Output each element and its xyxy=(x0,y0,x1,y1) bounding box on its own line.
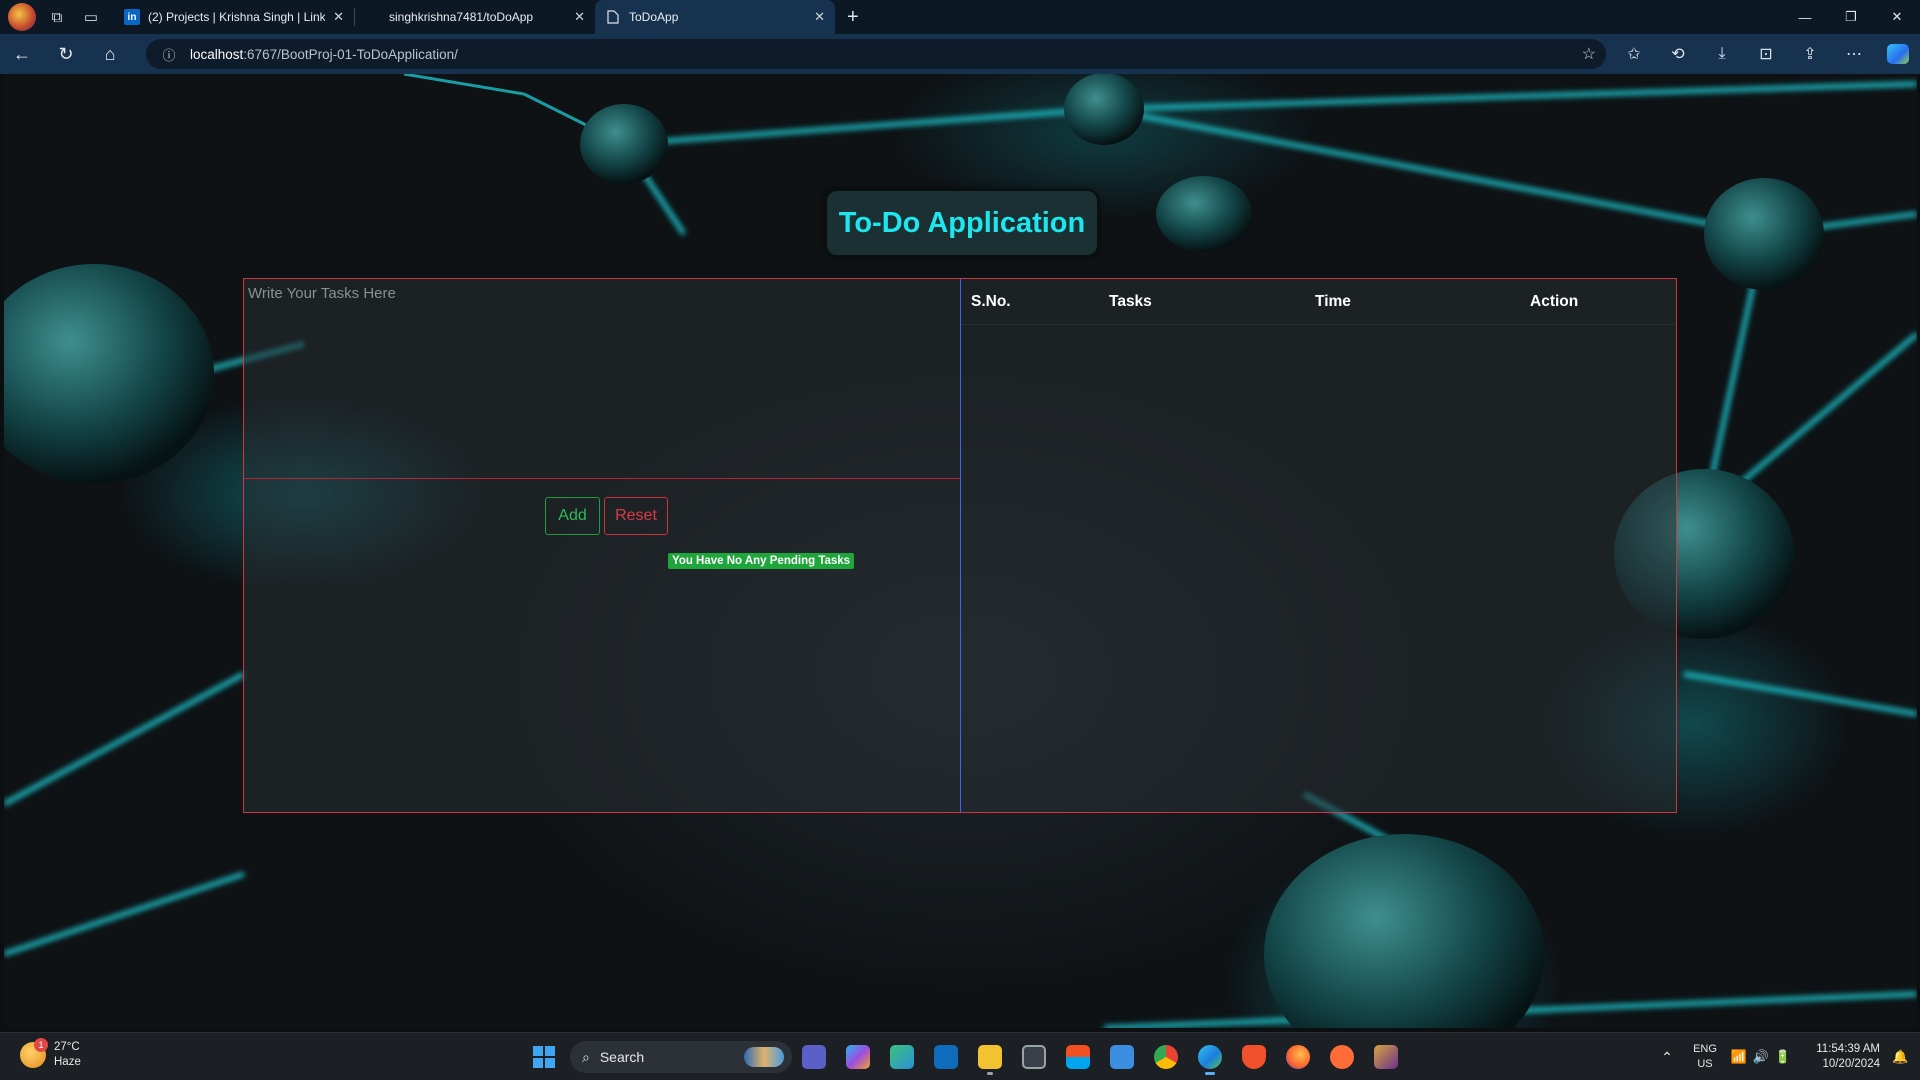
workspaces-icon[interactable]: ⧉ xyxy=(44,4,70,30)
url-text[interactable]: localhost:6767/BootProj-01-ToDoApplicati… xyxy=(190,47,458,62)
tab-todoapp[interactable]: ToDoApp ✕ xyxy=(595,0,835,34)
column-header-action: Action xyxy=(1530,293,1579,310)
lang-line-2: US xyxy=(1697,1058,1713,1070)
weather-sun-icon: 1 xyxy=(20,1038,48,1068)
taskbar-search[interactable]: ⌕ Search xyxy=(570,1041,792,1073)
back-icon[interactable]: ← xyxy=(0,34,44,74)
copilot-app-icon[interactable] xyxy=(836,1037,880,1077)
task-table-panel: S.No. Tasks Time Action xyxy=(960,278,1677,813)
wifi-icon: 📶 xyxy=(1730,1049,1748,1064)
home-icon[interactable]: ⌂ xyxy=(88,34,132,74)
edge-icon[interactable] xyxy=(1188,1037,1232,1077)
task-entry-panel: Add Reset You Have No Any Pending Tasks xyxy=(243,278,960,813)
search-icon: ⌕ xyxy=(582,1048,590,1065)
firefox-icon[interactable] xyxy=(1276,1037,1320,1077)
copilot-icon[interactable] xyxy=(1876,34,1920,74)
tab-title: singhkrishna7481/toDoApp xyxy=(389,10,534,24)
weather-desc: Haze xyxy=(54,1056,81,1068)
notepad-icon[interactable] xyxy=(1100,1037,1144,1077)
tray-status-icons[interactable]: 📶 🔊 🔋 xyxy=(1728,1049,1794,1065)
battery-icon: 🔋 xyxy=(1774,1049,1792,1064)
tab-linkedin[interactable]: in (2) Projects | Krishna Singh | Linke … xyxy=(114,0,354,34)
refresh-icon[interactable]: ↻ xyxy=(44,34,88,74)
favorites-icon[interactable]: ✩ xyxy=(1612,34,1656,74)
url-field[interactable]: ⓘ localhost:6767/BootProj-01-ToDoApplica… xyxy=(146,39,1606,69)
terminal-app-icon[interactable] xyxy=(1012,1037,1056,1077)
screenshot-icon[interactable]: ⊡ xyxy=(1744,34,1788,74)
language-indicator[interactable]: ENG US xyxy=(1682,1042,1728,1072)
widgets-icon[interactable] xyxy=(880,1037,924,1077)
address-bar-row: ← ↻ ⌂ ⓘ localhost:6767/BootProj-01-ToDoA… xyxy=(0,34,1920,74)
tab-actions-icon[interactable]: ▭ xyxy=(78,4,104,30)
weather-text: 27°C Haze xyxy=(54,1040,81,1070)
clock[interactable]: 11:54:39 AM 10/20/2024 xyxy=(1794,1042,1880,1072)
page-viewport: To-Do Application Add Reset You Have No … xyxy=(4,74,1917,1028)
site-info-icon[interactable]: ⓘ xyxy=(154,45,184,64)
clock-date: 10/20/2024 xyxy=(1822,1058,1880,1070)
task-input[interactable] xyxy=(244,279,960,479)
brave-icon[interactable] xyxy=(1232,1037,1276,1077)
tab-github[interactable]: singhkrishna7481/toDoApp ✕ xyxy=(355,0,595,34)
close-tab-icon[interactable]: ✕ xyxy=(333,9,344,25)
window-controls: — ❐ ✕ xyxy=(1782,0,1920,34)
clock-time: 11:54:39 AM xyxy=(1816,1043,1880,1055)
favorite-star-icon[interactable]: ☆ xyxy=(1582,44,1596,64)
start-button[interactable] xyxy=(524,1037,564,1077)
column-header-sno: S.No. xyxy=(971,293,1011,310)
notification-count-badge: 1 xyxy=(34,1038,48,1052)
github-icon xyxy=(365,9,381,25)
downloads-icon[interactable]: ⤓ xyxy=(1700,34,1744,74)
linkedin-icon: in xyxy=(124,9,140,25)
profile-avatar-icon[interactable] xyxy=(8,3,36,31)
weather-temp: 27°C xyxy=(54,1041,80,1053)
windows-logo-icon xyxy=(533,1046,555,1068)
game-app-icon[interactable] xyxy=(1364,1037,1408,1077)
outlook-icon[interactable] xyxy=(924,1037,968,1077)
chrome-icon[interactable] xyxy=(1144,1037,1188,1077)
teams-icon[interactable] xyxy=(792,1037,836,1077)
browser-tab-bar: ⧉ ▭ in (2) Projects | Krishna Singh | Li… xyxy=(0,0,1920,34)
table-header: S.No. Tasks Time Action xyxy=(961,279,1676,325)
history-icon[interactable]: ⟲ xyxy=(1656,34,1700,74)
chevron-up-icon[interactable]: ⌃ xyxy=(1652,1049,1682,1066)
file-explorer-icon[interactable] xyxy=(968,1037,1012,1077)
volume-icon: 🔊 xyxy=(1752,1049,1770,1064)
minimize-icon[interactable]: — xyxy=(1782,0,1828,34)
microsoft-store-icon[interactable] xyxy=(1056,1037,1100,1077)
close-tab-icon[interactable]: ✕ xyxy=(814,9,825,25)
browser-toolbar-icons: ✩ ⟲ ⤓ ⊡ ⇪ ⋯ xyxy=(1612,34,1920,74)
search-label: Search xyxy=(599,1049,645,1065)
more-options-icon[interactable]: ⋯ xyxy=(1832,34,1876,74)
share-icon[interactable]: ⇪ xyxy=(1788,34,1832,74)
notification-bell-icon[interactable]: 🔔 xyxy=(1892,1049,1914,1065)
url-path: :6767/BootProj-01-ToDoApplication/ xyxy=(243,46,458,62)
add-button[interactable]: Add xyxy=(545,497,600,535)
restore-icon[interactable]: ❐ xyxy=(1828,0,1874,34)
status-badge: You Have No Any Pending Tasks xyxy=(668,553,855,569)
url-host: localhost xyxy=(190,46,244,62)
new-tab-icon[interactable]: + xyxy=(847,6,859,29)
tab-title: (2) Projects | Krishna Singh | Linke xyxy=(148,10,326,24)
column-header-time: Time xyxy=(1315,293,1351,310)
tab-title: ToDoApp xyxy=(629,10,679,24)
close-window-icon[interactable]: ✕ xyxy=(1874,0,1920,34)
search-highlight-icon xyxy=(744,1047,784,1067)
lang-line-1: ENG xyxy=(1693,1043,1717,1055)
postman-icon[interactable] xyxy=(1320,1037,1364,1077)
reset-button[interactable]: Reset xyxy=(604,497,668,535)
weather-widget[interactable]: 1 27°C Haze xyxy=(20,1038,81,1070)
page-icon xyxy=(605,9,621,25)
taskbar: 1 27°C Haze ⌕ Search ⌃ ENG US 📶 🔊 🔋 11:5… xyxy=(0,1032,1920,1080)
page-title: To-Do Application xyxy=(825,189,1099,257)
column-header-tasks: Tasks xyxy=(1109,293,1152,310)
close-tab-icon[interactable]: ✕ xyxy=(574,9,585,25)
system-tray: ⌃ ENG US 📶 🔊 🔋 11:54:39 AM 10/20/2024 🔔 xyxy=(1652,1033,1920,1080)
taskbar-apps: ⌕ Search xyxy=(524,1033,1408,1080)
